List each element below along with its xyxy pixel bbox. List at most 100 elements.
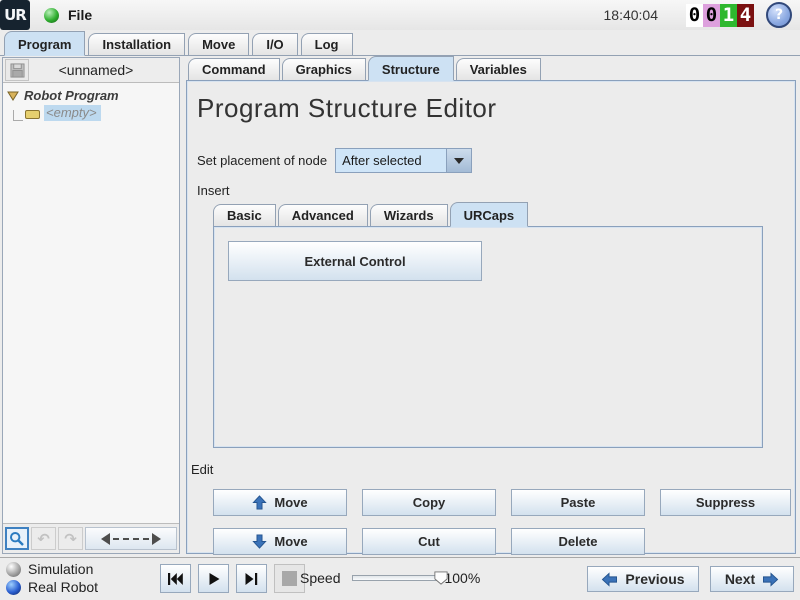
- tab-installation[interactable]: Installation: [88, 33, 185, 55]
- clock: 18:40:04: [604, 7, 659, 23]
- move-up-label: Move: [274, 495, 307, 510]
- search-icon: [9, 531, 25, 547]
- radio-simulation-icon: [6, 562, 21, 577]
- tree-connector: [13, 110, 23, 121]
- tab-advanced[interactable]: Advanced: [278, 204, 368, 226]
- tab-program[interactable]: Program: [4, 31, 85, 56]
- tab-basic[interactable]: Basic: [213, 204, 276, 226]
- robot-mode-radios: Simulation Real Robot: [6, 561, 98, 595]
- main-tab-bar: Program Installation Move I/O Log: [0, 30, 800, 56]
- ur-logo: UR: [0, 0, 30, 30]
- speed-value: 100%: [444, 570, 480, 586]
- step-forward-button[interactable]: [236, 564, 267, 593]
- radio-simulation-label: Simulation: [28, 561, 93, 577]
- tree-node-robot-program[interactable]: Robot Program: [7, 88, 175, 103]
- line-counter: 0 0 1 4: [686, 4, 754, 27]
- next-label: Next: [725, 571, 755, 587]
- playback-controls: [160, 564, 305, 593]
- arrow-right-icon: [762, 572, 779, 587]
- skip-to-start-button[interactable]: [160, 564, 191, 593]
- structure-editor-body: Program Structure Editor Set placement o…: [186, 80, 796, 554]
- step-forward-icon: [244, 572, 259, 586]
- program-name: <unnamed>: [31, 62, 179, 78]
- tab-urcaps[interactable]: URCaps: [450, 202, 529, 227]
- tree-toolbar: ↶ ↷: [3, 523, 179, 553]
- step-nav-icon: [101, 533, 161, 545]
- polyscope-screen: UR File 18:40:04 0 0 1 4 ? Program Insta…: [0, 0, 800, 600]
- tab-wizards[interactable]: Wizards: [370, 204, 448, 226]
- copy-button[interactable]: Copy: [362, 489, 496, 516]
- tree-node-empty[interactable]: <empty>: [13, 105, 175, 121]
- help-icon[interactable]: ?: [766, 2, 792, 28]
- counter-digit: 4: [737, 4, 754, 27]
- placement-dropdown-value: After selected: [336, 149, 446, 172]
- tree-root-label: Robot Program: [24, 88, 119, 103]
- tab-io[interactable]: I/O: [252, 33, 297, 55]
- tree-child-label: <empty>: [44, 105, 101, 121]
- stop-icon: [282, 571, 297, 586]
- program-status-icon: [44, 8, 59, 23]
- previous-button[interactable]: Previous: [587, 566, 699, 592]
- tab-command[interactable]: Command: [188, 58, 280, 80]
- insert-section-label: Insert: [197, 183, 795, 198]
- move-down-button[interactable]: Move: [213, 528, 347, 555]
- program-tree-panel: <unnamed> Robot Program <empty>: [2, 57, 180, 554]
- speed-label: Speed: [300, 570, 340, 586]
- wizard-nav-buttons: Previous Next: [587, 566, 794, 592]
- paste-button[interactable]: Paste: [511, 489, 645, 516]
- floppy-icon: [10, 63, 25, 78]
- tab-structure[interactable]: Structure: [368, 56, 454, 81]
- cut-button[interactable]: Cut: [362, 528, 496, 555]
- tab-move[interactable]: Move: [188, 33, 249, 55]
- speed-slider-thumb[interactable]: [434, 571, 448, 585]
- suppress-button[interactable]: Suppress: [660, 489, 791, 516]
- arrow-up-icon: [252, 495, 267, 510]
- delete-button[interactable]: Delete: [511, 528, 645, 555]
- insert-tab-bar: Basic Advanced Wizards URCaps: [213, 202, 795, 226]
- edit-section-label: Edit: [191, 462, 795, 477]
- undo-icon: ↶: [37, 530, 50, 548]
- undo-button[interactable]: ↶: [31, 527, 56, 550]
- redo-icon: ↷: [64, 530, 77, 548]
- search-button[interactable]: [5, 527, 29, 550]
- page-title: Program Structure Editor: [197, 93, 795, 124]
- counter-digit: 0: [703, 4, 720, 27]
- radio-real-robot-icon: [6, 580, 21, 595]
- content-area: <unnamed> Robot Program <empty>: [0, 56, 800, 557]
- arrow-left-icon: [601, 572, 618, 587]
- program-name-header: <unnamed>: [3, 58, 179, 83]
- redo-button[interactable]: ↷: [58, 527, 83, 550]
- dropdown-arrow-button[interactable]: [446, 149, 471, 172]
- ur-logo-text: UR: [4, 6, 26, 24]
- top-bar: UR File 18:40:04 0 0 1 4 ?: [0, 0, 800, 30]
- radio-real-robot[interactable]: Real Robot: [6, 579, 98, 595]
- move-down-label: Move: [274, 534, 307, 549]
- speed-slider[interactable]: [352, 575, 442, 581]
- tab-graphics[interactable]: Graphics: [282, 58, 366, 80]
- radio-real-robot-label: Real Robot: [28, 579, 98, 595]
- play-button[interactable]: [198, 564, 229, 593]
- radio-simulation[interactable]: Simulation: [6, 561, 98, 577]
- run-bar: Simulation Real Robot: [0, 557, 800, 600]
- placement-row: Set placement of node After selected: [197, 148, 795, 173]
- file-menu[interactable]: File: [44, 7, 92, 23]
- counter-digit: 1: [720, 4, 737, 27]
- tree-expand-icon[interactable]: [7, 90, 19, 102]
- placement-label: Set placement of node: [197, 153, 327, 168]
- speed-control: Speed 100%: [300, 570, 480, 586]
- program-editor-panel: Command Graphics Structure Variables Pro…: [186, 57, 796, 554]
- tab-log[interactable]: Log: [301, 33, 353, 55]
- file-menu-label: File: [68, 7, 92, 23]
- chevron-down-icon: [454, 158, 464, 164]
- external-control-button[interactable]: External Control: [228, 241, 482, 281]
- save-button[interactable]: [5, 59, 29, 81]
- move-up-button[interactable]: Move: [213, 489, 347, 516]
- next-button[interactable]: Next: [710, 566, 794, 592]
- placement-dropdown[interactable]: After selected: [335, 148, 472, 173]
- tree-node-icon: [25, 110, 40, 119]
- program-tree: Robot Program <empty>: [3, 83, 179, 523]
- tab-variables[interactable]: Variables: [456, 58, 541, 80]
- previous-label: Previous: [625, 571, 684, 587]
- step-navigation-button[interactable]: [85, 527, 177, 550]
- counter-digit: 0: [686, 4, 703, 27]
